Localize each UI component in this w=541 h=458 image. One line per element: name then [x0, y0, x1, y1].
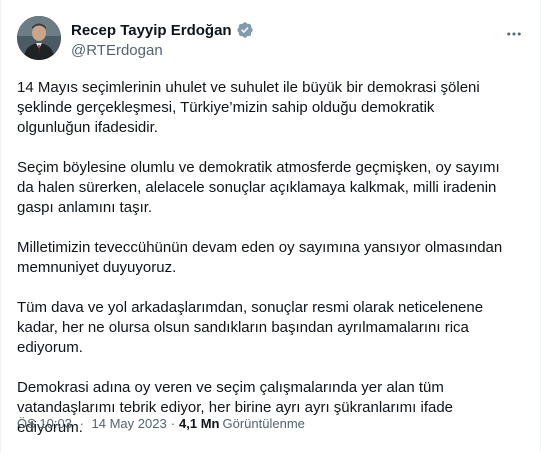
tweet-meta: ÖS 10:03 · 14 May 2023 · 4,1 Mn Görüntül… [17, 416, 305, 431]
tweet-paragraph: Milletimizin teveccühünün devam eden oy … [17, 239, 503, 276]
tweet-date: 14 May 2023 [91, 416, 167, 431]
display-name-row: Recep Tayyip Erdoğan [71, 20, 254, 40]
views-count[interactable]: 4,1 Mn [179, 416, 219, 431]
avatar[interactable] [17, 16, 61, 60]
more-horizontal-icon [507, 32, 521, 36]
tweet: Recep Tayyip Erdoğan @RTErdogan 14 Mayıs… [0, 0, 541, 452]
meta-separator: · [170, 416, 176, 431]
tweet-text: 14 Mayıs seçimlerinin uhulet ve suhulet … [17, 78, 523, 458]
tweet-time: ÖS 10:03 [17, 416, 72, 431]
tweet-paragraph: 14 Mayıs seçimlerinin uhulet ve suhulet … [17, 79, 480, 136]
meta-separator: · [79, 416, 84, 431]
more-options-button[interactable] [504, 24, 524, 44]
author-handle[interactable]: @RTErdogan [71, 42, 254, 59]
avatar-image [17, 16, 61, 60]
tweet-header: Recep Tayyip Erdoğan @RTErdogan [17, 12, 524, 60]
verified-badge-icon [236, 21, 254, 39]
views-label: Görüntülenme [222, 416, 305, 431]
tweet-timestamp-link[interactable]: ÖS 10:03 · 14 May 2023 [17, 416, 167, 431]
tweet-paragraph: Tüm dava ve yol arkadaşlarımdan, sonuçla… [17, 299, 484, 356]
author-display-name[interactable]: Recep Tayyip Erdoğan [71, 22, 232, 39]
author-names: Recep Tayyip Erdoğan @RTErdogan [71, 20, 254, 59]
tweet-paragraph: Seçim böylesine olumlu ve demokratik atm… [17, 159, 500, 216]
